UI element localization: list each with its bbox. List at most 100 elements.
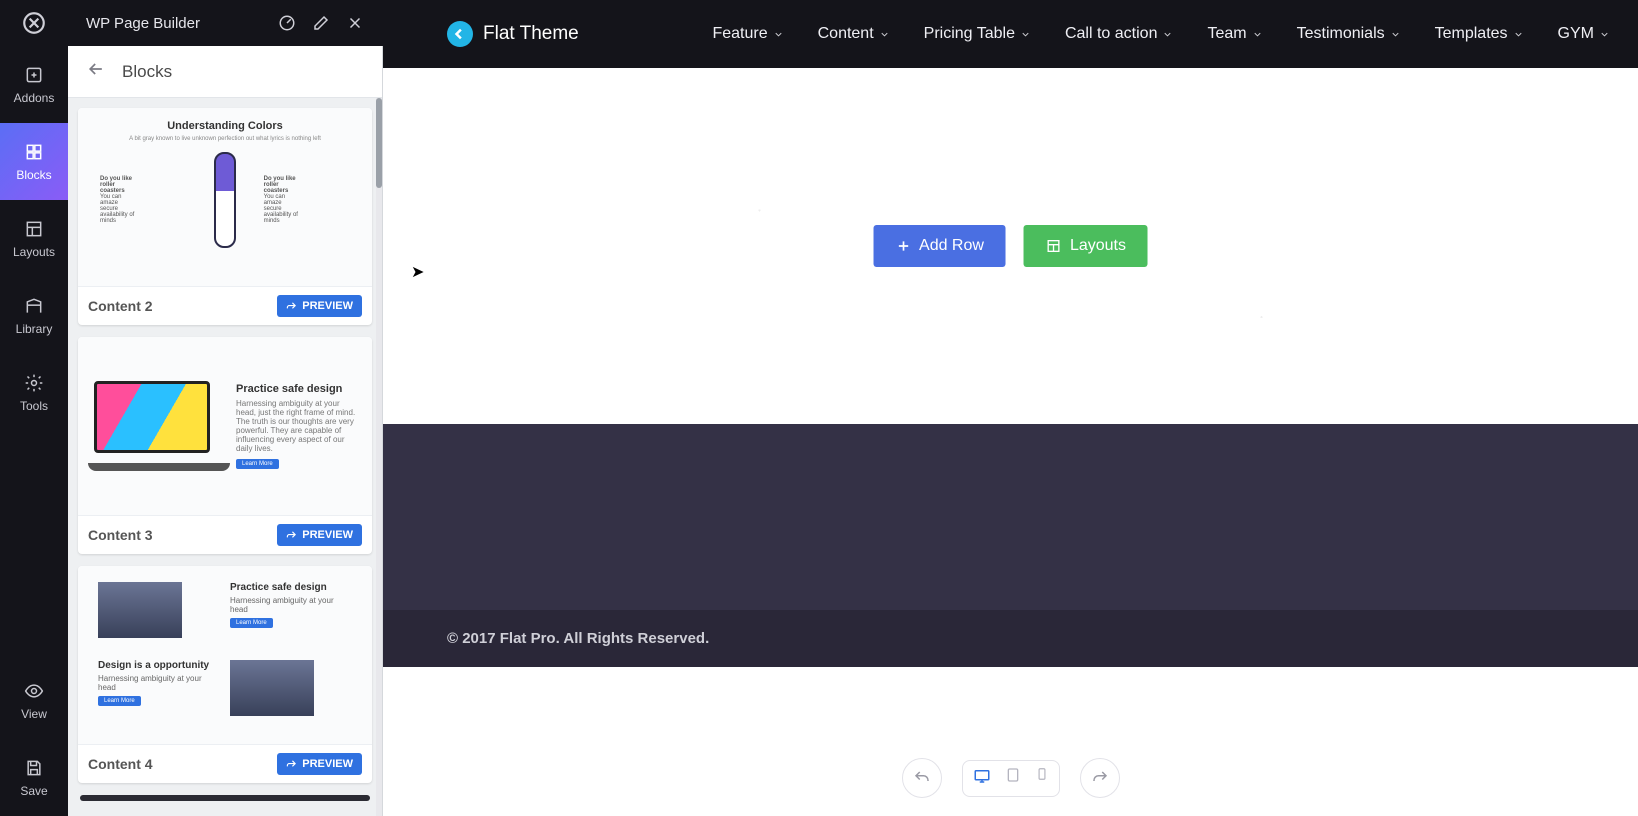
block-card[interactable]: Practice safe design Harnessing ambiguit… bbox=[78, 337, 372, 554]
rail-label: Tools bbox=[20, 399, 48, 413]
chevron-down-icon bbox=[1162, 29, 1173, 40]
footer-text: © 2017 Flat Pro. All Rights Reserved. bbox=[447, 630, 709, 647]
panel-title: Blocks bbox=[122, 62, 172, 82]
preview-canvas: Flat Theme Feature Content Pricing Table… bbox=[383, 0, 1638, 816]
device-switch-group bbox=[962, 760, 1060, 797]
chevron-down-icon bbox=[1020, 29, 1031, 40]
block-thumbnail: Practice safe designHarnessing ambiguity… bbox=[78, 566, 372, 744]
nav-item-templates[interactable]: Templates bbox=[1435, 25, 1524, 43]
site-footer: © 2017 Flat Pro. All Rights Reserved. bbox=[383, 610, 1638, 667]
rail-label: View bbox=[21, 707, 47, 721]
panel-header: Blocks bbox=[68, 46, 382, 98]
blocks-panel: Blocks Understanding Colors A bit gray k… bbox=[68, 46, 383, 816]
rail-item-library[interactable]: Library bbox=[0, 277, 68, 354]
nav-item-feature[interactable]: Feature bbox=[712, 25, 783, 43]
site-nav: Feature Content Pricing Table Call to ac… bbox=[712, 25, 1610, 43]
chevron-down-icon bbox=[1252, 29, 1263, 40]
logo-mark-icon bbox=[21, 10, 47, 36]
rail-item-blocks[interactable]: Blocks bbox=[0, 123, 68, 200]
layout-icon bbox=[24, 219, 44, 239]
empty-drop-area[interactable]: Add Row Layouts bbox=[383, 68, 1638, 424]
preview-button[interactable]: PREVIEW bbox=[277, 524, 362, 546]
app-title: WP Page Builder bbox=[86, 15, 263, 32]
scrollbar-thumb[interactable] bbox=[376, 98, 382, 188]
cursor-icon: ➤ bbox=[411, 262, 424, 282]
close-icon[interactable] bbox=[345, 13, 365, 33]
thumb-subtext: A bit gray known to live unknown perfect… bbox=[129, 136, 321, 142]
nav-item-gym[interactable]: GYM bbox=[1558, 25, 1610, 43]
library-icon bbox=[24, 296, 44, 316]
rail-item-addons[interactable]: Addons bbox=[0, 46, 68, 123]
rail-label: Addons bbox=[14, 91, 55, 105]
preview-button[interactable]: PREVIEW bbox=[277, 295, 362, 317]
block-card-footer: Content 3 PREVIEW bbox=[78, 515, 372, 554]
rail-item-layouts[interactable]: Layouts bbox=[0, 200, 68, 277]
thumb-image bbox=[230, 660, 314, 716]
nav-item-cta[interactable]: Call to action bbox=[1065, 25, 1174, 43]
undo-icon bbox=[913, 769, 931, 787]
plus-square-icon bbox=[24, 65, 44, 85]
back-button[interactable] bbox=[86, 59, 106, 84]
thumb-heading: Understanding Colors bbox=[167, 120, 283, 132]
flat-logo-icon bbox=[447, 21, 473, 47]
block-card-footer: Content 2 PREVIEW bbox=[78, 286, 372, 325]
app-title-bar: WP Page Builder bbox=[68, 0, 383, 46]
preview-button[interactable]: PREVIEW bbox=[277, 753, 362, 775]
rail-item-view[interactable]: View bbox=[0, 662, 68, 739]
gear-icon bbox=[24, 373, 44, 393]
speed-icon[interactable] bbox=[277, 13, 297, 33]
device-desktop-button[interactable] bbox=[973, 767, 991, 790]
rail-primary-group: Addons Blocks Layouts Library Tools bbox=[0, 46, 68, 431]
thumb-cta: Learn More bbox=[236, 459, 279, 469]
block-card-footer: Content 4 PREVIEW bbox=[78, 744, 372, 783]
device-tablet-button[interactable] bbox=[1005, 767, 1021, 790]
rail-item-tools[interactable]: Tools bbox=[0, 354, 68, 431]
nav-item-testimonials[interactable]: Testimonials bbox=[1297, 25, 1401, 43]
redo-button[interactable] bbox=[1080, 758, 1120, 798]
site-header: Flat Theme Feature Content Pricing Table… bbox=[383, 0, 1638, 68]
rail-item-save[interactable]: Save bbox=[0, 739, 68, 816]
rail-label: Library bbox=[16, 322, 53, 336]
block-thumbnail: Understanding Colors A bit gray known to… bbox=[78, 108, 372, 286]
chevron-down-icon bbox=[1390, 29, 1401, 40]
thumb-heading: Practice safe design bbox=[236, 383, 356, 395]
arrow-left-icon bbox=[86, 59, 106, 79]
block-card[interactable]: Understanding Colors A bit gray known to… bbox=[78, 108, 372, 325]
block-name: Content 3 bbox=[88, 527, 277, 543]
left-icon-rail: Addons Blocks Layouts Library Tools View… bbox=[0, 0, 68, 816]
site-logo[interactable]: Flat Theme bbox=[447, 21, 579, 47]
block-card-peek bbox=[80, 795, 370, 801]
undo-button[interactable] bbox=[902, 758, 942, 798]
save-icon bbox=[24, 758, 44, 778]
chevron-down-icon bbox=[1599, 29, 1610, 40]
edit-icon[interactable] bbox=[311, 13, 331, 33]
eye-icon bbox=[24, 681, 44, 701]
nav-item-team[interactable]: Team bbox=[1207, 25, 1262, 43]
panel-scroll-area[interactable]: Understanding Colors A bit gray known to… bbox=[68, 98, 382, 816]
desktop-icon bbox=[973, 767, 991, 785]
layouts-button[interactable]: Layouts bbox=[1024, 225, 1148, 267]
responsive-toolbar bbox=[902, 758, 1120, 798]
mobile-icon bbox=[1035, 767, 1049, 781]
rail-label: Blocks bbox=[16, 168, 51, 182]
nav-item-content[interactable]: Content bbox=[818, 25, 890, 43]
thumb-heading: Practice safe design bbox=[230, 582, 352, 593]
app-logo bbox=[0, 0, 68, 46]
footer-spacer-band bbox=[383, 424, 1638, 610]
grid-icon bbox=[24, 142, 44, 162]
tablet-icon bbox=[1005, 767, 1021, 783]
block-thumbnail: Practice safe design Harnessing ambiguit… bbox=[78, 337, 372, 515]
device-mobile-button[interactable] bbox=[1035, 767, 1049, 790]
redo-icon bbox=[1091, 769, 1109, 787]
nav-item-pricing[interactable]: Pricing Table bbox=[924, 25, 1031, 43]
site-brand: Flat Theme bbox=[483, 23, 579, 45]
block-name: Content 4 bbox=[88, 756, 277, 772]
share-icon bbox=[286, 759, 297, 770]
rail-label: Layouts bbox=[13, 245, 55, 259]
add-row-button[interactable]: Add Row bbox=[873, 225, 1006, 267]
laptop-illustration bbox=[94, 381, 224, 471]
chevron-down-icon bbox=[773, 29, 784, 40]
phone-illustration bbox=[214, 152, 235, 248]
preview-button-label: PREVIEW bbox=[302, 300, 353, 312]
block-card[interactable]: Practice safe designHarnessing ambiguity… bbox=[78, 566, 372, 783]
